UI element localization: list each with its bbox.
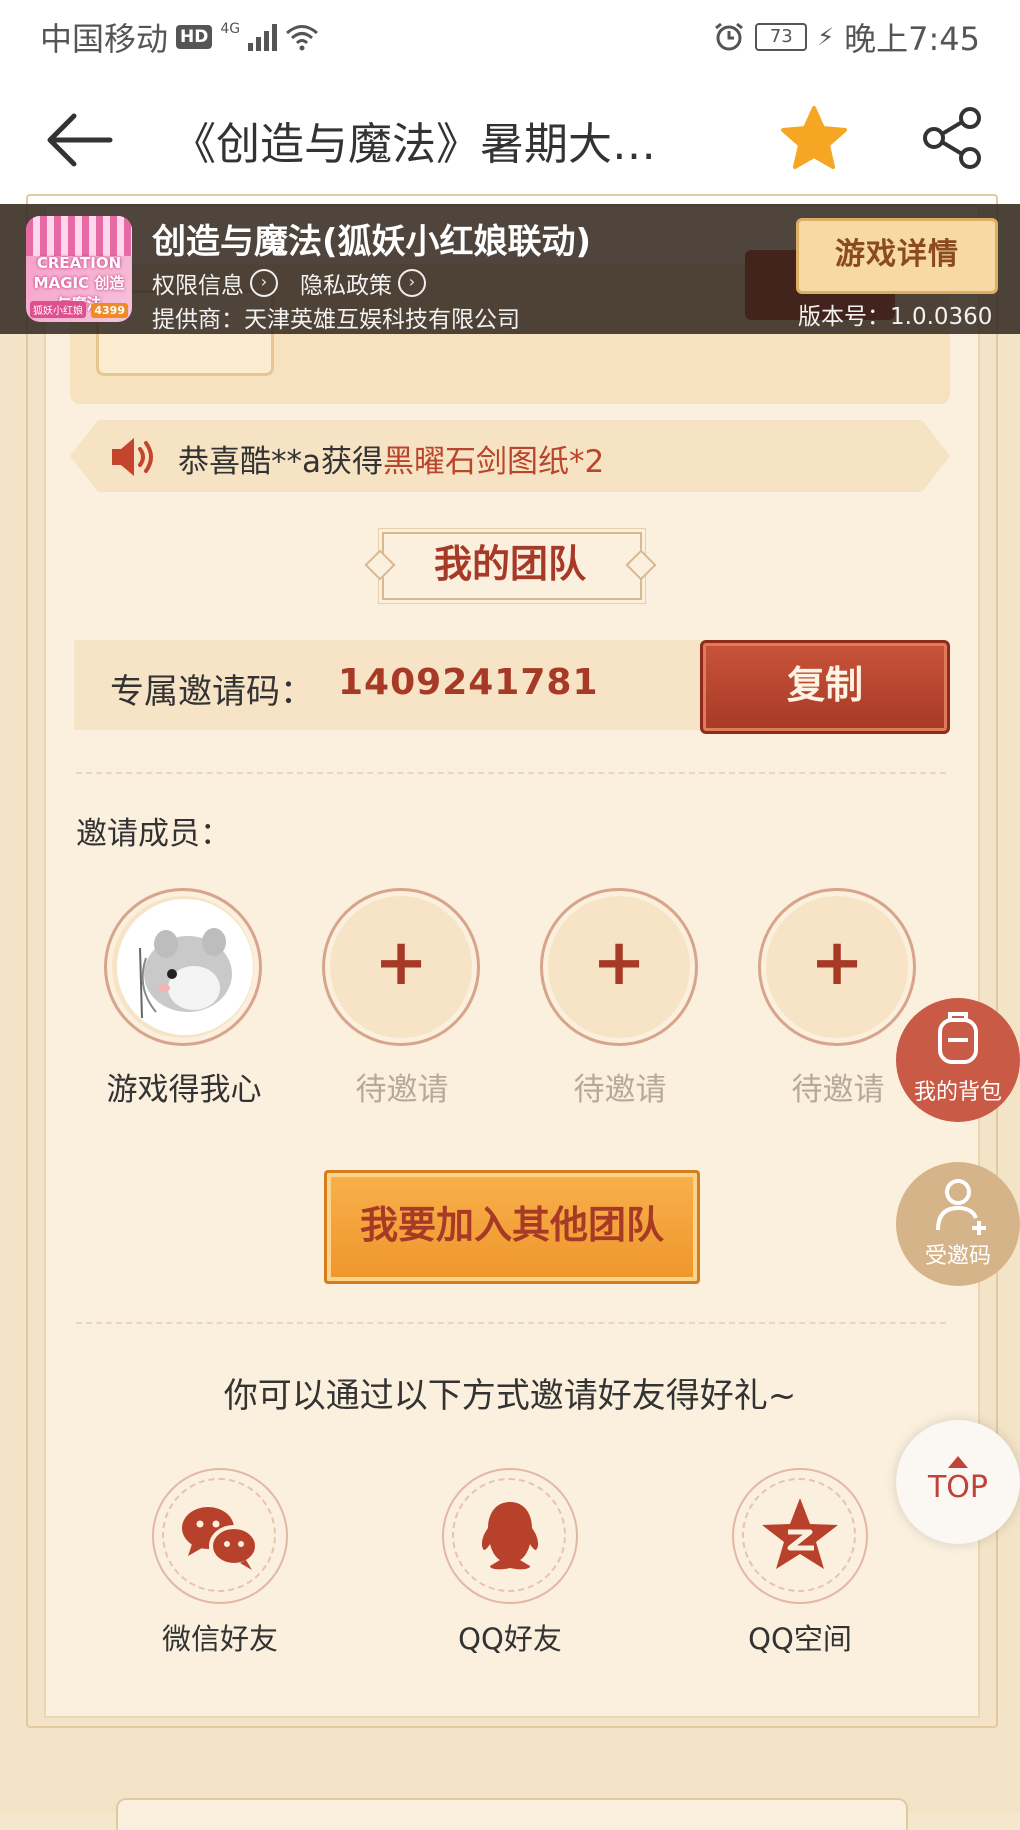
member-slot-4[interactable]: + bbox=[758, 888, 918, 1048]
clock: 晚上7:45 bbox=[844, 20, 980, 58]
share-label-qzone: QQ空间 bbox=[748, 1622, 852, 1656]
backpack-icon bbox=[938, 1012, 978, 1064]
member-name-2: 待邀请 bbox=[355, 1072, 449, 1108]
plus-icon: + bbox=[810, 926, 864, 1000]
signal-icon bbox=[248, 23, 278, 51]
join-other-team-button[interactable]: 我要加入其他团队 bbox=[324, 1170, 700, 1284]
app-name: 创造与魔法(狐妖小红娘联动) bbox=[152, 222, 592, 262]
app-icon-tag: 狐妖小红娘 bbox=[30, 301, 86, 318]
share-title: 你可以通过以下方式邀请好友得好礼~ bbox=[223, 1376, 797, 1416]
share-qzone[interactable] bbox=[732, 1468, 868, 1604]
app-icon[interactable]: CREATION MAGIC 创造与魔法 狐妖小红娘 4399 bbox=[26, 216, 132, 322]
qq-icon bbox=[481, 1502, 539, 1570]
team-title: 我的团队 bbox=[433, 542, 586, 586]
qzone-icon bbox=[762, 1498, 838, 1569]
wechat-icon bbox=[182, 1507, 259, 1570]
member-slot-3[interactable]: + bbox=[540, 888, 700, 1048]
speaker-icon bbox=[112, 438, 153, 476]
hd-badge: HD bbox=[176, 25, 213, 49]
status-right: 73 ⚡ 晚上7:45 bbox=[713, 14, 980, 60]
permission-label: 权限信息 bbox=[152, 273, 244, 299]
game-detail-button[interactable]: 游戏详情 bbox=[796, 218, 998, 294]
battery-icon: 73 bbox=[755, 23, 808, 51]
nav-bar: 《创造与魔法》暑期大… bbox=[0, 72, 1020, 204]
charging-icon: ⚡ bbox=[817, 23, 835, 51]
privacy-link[interactable]: 隐私政策 › bbox=[300, 266, 426, 300]
invite-code-label-fab: 受邀码 bbox=[924, 1244, 991, 1269]
member-name-3: 待邀请 bbox=[573, 1072, 667, 1108]
next-section-card bbox=[116, 1798, 908, 1830]
wifi-icon bbox=[286, 25, 319, 51]
star-icon[interactable] bbox=[780, 104, 848, 172]
invite-code-label: 专属邀请码： bbox=[110, 672, 314, 712]
my-backpack-label: 我的背包 bbox=[913, 1080, 1002, 1105]
app-icon-brand: 4399 bbox=[91, 303, 128, 318]
my-backpack-button[interactable]: 我的背包 bbox=[896, 998, 1020, 1122]
privacy-label: 隐私政策 bbox=[300, 273, 392, 299]
members-label: 邀请成员： bbox=[76, 816, 231, 852]
divider bbox=[76, 772, 946, 774]
app-info-bar: CREATION MAGIC 创造与魔法 狐妖小红娘 4399 创造与魔法(狐妖… bbox=[0, 204, 1020, 334]
back-to-top-button[interactable]: TOP bbox=[896, 1420, 1020, 1544]
member-slot-2[interactable]: + bbox=[322, 888, 482, 1048]
invite-code-input-button[interactable]: 受邀码 bbox=[896, 1162, 1020, 1286]
chevron-right-icon: › bbox=[398, 269, 426, 297]
permission-link[interactable]: 权限信息 › bbox=[152, 266, 278, 300]
share-wechat[interactable] bbox=[152, 1468, 288, 1604]
copy-button[interactable]: 复制 bbox=[700, 640, 950, 734]
member-name-1: 游戏得我心 bbox=[106, 1072, 262, 1108]
add-user-icon bbox=[936, 1179, 986, 1235]
chevron-right-icon: › bbox=[250, 269, 278, 297]
share-qq[interactable] bbox=[442, 1468, 578, 1604]
avatar bbox=[117, 899, 253, 1035]
divider bbox=[76, 1322, 946, 1324]
status-left: 中国移动 HD 4G bbox=[40, 14, 319, 60]
app-provider: 提供商：天津英雄互娱科技有限公司 bbox=[152, 307, 520, 333]
share-label-qq: QQ好友 bbox=[458, 1622, 562, 1656]
notice-prefix: 恭喜酷**a获得 bbox=[178, 444, 383, 480]
notice-item: 黑曜石剑图纸*2 bbox=[383, 444, 605, 480]
share-icon[interactable] bbox=[920, 106, 984, 170]
status-bar: 中国移动 HD 4G 73 ⚡ 晚上7:45 bbox=[0, 0, 1020, 72]
share-label-wechat: 微信好友 bbox=[161, 1622, 278, 1656]
carrier-label: 中国移动 bbox=[40, 20, 169, 58]
plus-icon: + bbox=[374, 926, 428, 1000]
back-to-top-label: TOP bbox=[927, 1470, 989, 1505]
arrow-left-icon[interactable] bbox=[44, 110, 114, 170]
app-version: 版本号：1.0.0360 bbox=[798, 304, 993, 330]
invite-code-value: 1409241781 bbox=[338, 662, 599, 703]
notice-text: 恭喜酷**a获得黑曜石剑图纸*2 bbox=[178, 436, 604, 481]
page-title: 《创造与魔法》暑期大… bbox=[172, 119, 656, 170]
plus-icon: + bbox=[592, 926, 646, 1000]
network-type: 4G bbox=[220, 21, 241, 37]
alarm-icon bbox=[715, 22, 744, 51]
app-links: 权限信息 › 隐私政策 › bbox=[152, 266, 426, 300]
